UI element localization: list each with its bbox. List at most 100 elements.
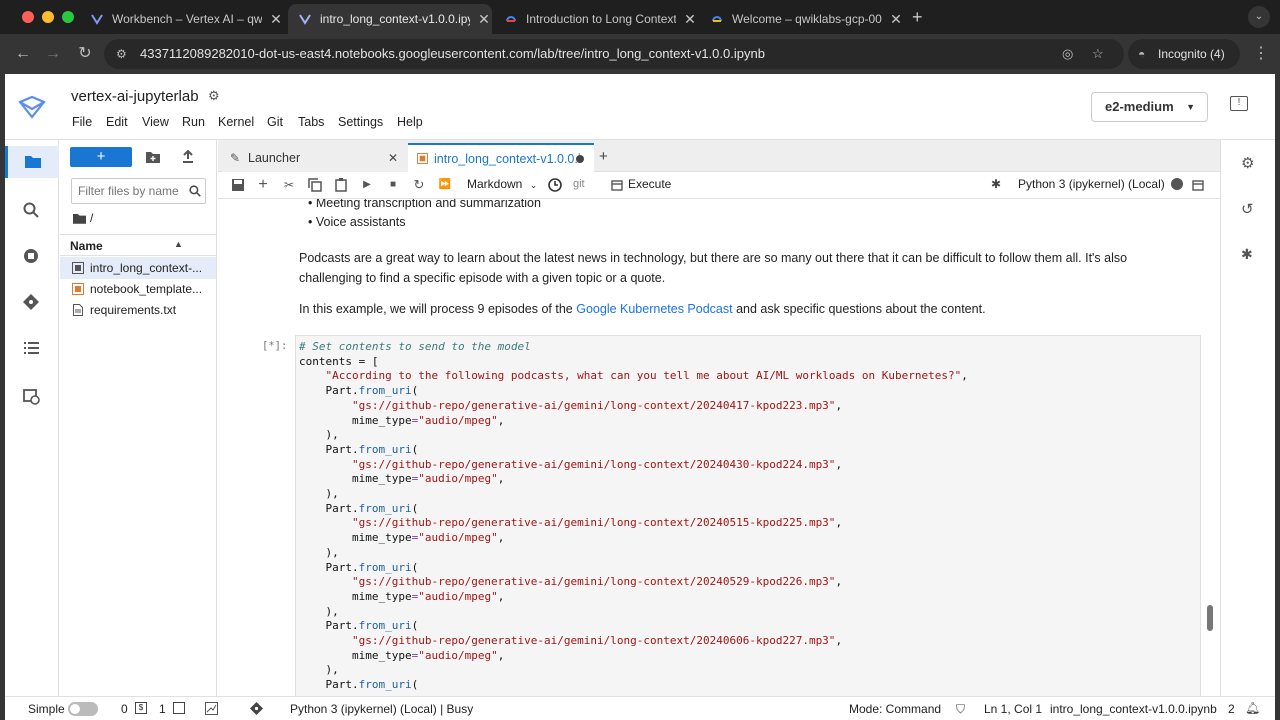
insert-cell-icon[interactable]: + (256, 177, 270, 193)
execution-prompt: [*]: (262, 340, 288, 352)
window-maximize-button[interactable] (62, 11, 74, 23)
file-row[interactable]: intro_long_context-... (60, 257, 216, 279)
scheduler-icon[interactable] (23, 388, 40, 405)
new-folder-icon[interactable] (146, 151, 160, 163)
breadcrumb-root[interactable]: / (90, 211, 93, 225)
simple-mode-toggle[interactable] (68, 702, 98, 716)
new-tab-button[interactable]: + (912, 7, 923, 28)
feedback-icon[interactable]: ! (1230, 96, 1248, 111)
site-info-icon[interactable]: ⚙ (116, 39, 127, 69)
filter-files-field[interactable] (78, 182, 184, 200)
debugger-bug-icon[interactable]: ✱ (1241, 246, 1253, 263)
kernel-count[interactable]: 1 (159, 702, 166, 716)
file-row[interactable]: requirements.txt (60, 299, 216, 321)
notification-bell-icon[interactable]: 🔔︎ (1245, 701, 1260, 715)
close-icon[interactable]: ✕ (682, 11, 698, 28)
paragraph-text: and ask specific questions about the con… (732, 302, 986, 316)
browser-tab-console[interactable]: Welcome – qwiklabs-gcp-00 ✕ (700, 4, 905, 34)
file-browser-tab[interactable] (5, 146, 59, 178)
terminal-count[interactable]: 0 (121, 702, 128, 716)
calendar-icon[interactable] (1192, 179, 1204, 191)
window-minimize-button[interactable] (42, 11, 54, 23)
restart-run-all-icon[interactable]: ⏩ (438, 178, 452, 192)
tab-search-button[interactable]: ⌄ (1248, 6, 1270, 28)
window-close-button[interactable] (22, 11, 34, 23)
close-icon[interactable]: ✕ (268, 11, 284, 28)
save-icon[interactable] (231, 178, 245, 192)
reload-icon[interactable]: ↻ (74, 43, 96, 65)
menu-view[interactable]: View (142, 115, 169, 129)
code-string: "audio/mpeg" (418, 531, 498, 545)
execute-button[interactable]: Execute (628, 177, 671, 191)
browser-menu-icon[interactable]: ⋮ (1250, 43, 1272, 65)
restart-kernel-icon[interactable]: ↻ (412, 178, 426, 192)
cut-icon[interactable]: ✂ (282, 178, 296, 192)
menu-run[interactable]: Run (182, 115, 205, 129)
notebook-mode[interactable]: Mode: Command (849, 702, 941, 716)
paste-icon[interactable] (334, 178, 348, 192)
menu-edit[interactable]: Edit (106, 115, 128, 129)
code-line: contents = [ (299, 354, 379, 368)
kernel-name-button[interactable]: Python 3 (ipykernel) (Local) (1018, 177, 1165, 191)
git-icon[interactable] (250, 702, 263, 715)
browser-tab-colab[interactable]: Introduction to Long Context ✕ (494, 4, 699, 34)
cursor-position[interactable]: Ln 1, Col 1 (984, 702, 1042, 716)
git-diff-button[interactable]: git (573, 178, 585, 190)
menu-git[interactable]: Git (267, 115, 283, 129)
add-tab-button[interactable]: + (599, 148, 608, 165)
forward-arrow-icon[interactable]: → (42, 43, 64, 65)
interrupt-kernel-icon[interactable]: ■ (386, 178, 400, 192)
incognito-indicator[interactable]: ◓ Incognito (4) (1128, 39, 1240, 69)
settings-gear-icon[interactable]: ⚙ (208, 88, 220, 104)
name-column-header[interactable]: Name ▲ (60, 234, 216, 256)
back-arrow-icon[interactable]: ← (12, 43, 34, 65)
git-icon[interactable] (23, 294, 39, 310)
menu-kernel[interactable]: Kernel (218, 115, 254, 129)
property-inspector-icon[interactable]: ⚙ (1241, 154, 1254, 172)
trusted-shield-icon[interactable]: ⛉ (956, 702, 965, 717)
tab-title: intro_long_context-v1.0.0.ipy (320, 12, 470, 26)
notification-count[interactable]: 2 (1228, 702, 1235, 716)
running-kernels-icon[interactable] (23, 248, 39, 264)
copy-icon[interactable] (308, 178, 322, 192)
search-icon[interactable] (23, 202, 39, 218)
menu-settings[interactable]: Settings (338, 115, 383, 129)
browser-tab-workbench[interactable]: Workbench – Vertex AI – qwik ✕ (80, 4, 285, 34)
new-launcher-button[interactable]: + (70, 147, 132, 167)
bookmark-star-icon[interactable]: ☆ (1092, 39, 1104, 69)
menu-tabs[interactable]: Tabs (298, 115, 324, 129)
folder-icon[interactable] (73, 213, 86, 224)
browser-tab-notebook[interactable]: intro_long_context-v1.0.0.ipy ✕ (288, 4, 492, 34)
upload-icon[interactable] (182, 150, 194, 163)
debugger-icon[interactable]: ✱ (991, 177, 1001, 191)
table-of-contents-icon[interactable] (24, 342, 39, 355)
tab-launcher[interactable]: ✎ Launcher ✕ (222, 144, 408, 172)
google-cloud-favicon-icon (712, 16, 722, 22)
history-icon[interactable]: ↺ (1241, 200, 1254, 218)
url-field[interactable]: ⚙ 4337112089282010-dot-us-east4.notebook… (104, 39, 1124, 69)
close-icon[interactable]: ✕ (476, 11, 492, 28)
notebook-scrollbar-thumb[interactable] (1207, 605, 1213, 631)
workspace-title: vertex-ai-jupyterlab (71, 88, 199, 105)
code-string: "gs://github-repo/generative-ai/gemini/l… (351, 634, 836, 648)
close-icon[interactable]: ✕ (388, 144, 398, 172)
cell-type-dropdown[interactable]: Markdown ⌄ (467, 177, 537, 191)
menu-help[interactable]: Help (397, 115, 423, 129)
menu-file[interactable]: File (72, 115, 92, 129)
paragraph-line: challenging to find a specific episode w… (299, 271, 666, 285)
kernel-status-text[interactable]: Python 3 (ipykernel) (Local) | Busy (290, 702, 473, 716)
file-row[interactable]: notebook_template... (60, 278, 216, 300)
unsaved-indicator-icon[interactable] (576, 155, 584, 163)
column-name-label: Name (70, 239, 103, 253)
vertex-ai-logo-icon[interactable] (18, 95, 46, 119)
tab-notebook[interactable]: intro_long_context-v1.0.0.ip (408, 143, 594, 172)
trend-icon[interactable] (205, 702, 218, 715)
run-cell-icon[interactable]: ▶ (360, 178, 374, 192)
code-cell-editor[interactable]: # Set contents to send to the model cont… (295, 335, 1201, 696)
eye-off-icon[interactable]: ◎ (1062, 39, 1073, 69)
close-icon[interactable]: ✕ (888, 11, 904, 28)
filter-files-input[interactable] (71, 178, 206, 204)
podcast-link[interactable]: Google Kubernetes Podcast (576, 302, 732, 316)
clock-icon[interactable] (548, 178, 562, 192)
machine-type-dropdown[interactable]: e2-medium ▼ (1091, 92, 1208, 122)
